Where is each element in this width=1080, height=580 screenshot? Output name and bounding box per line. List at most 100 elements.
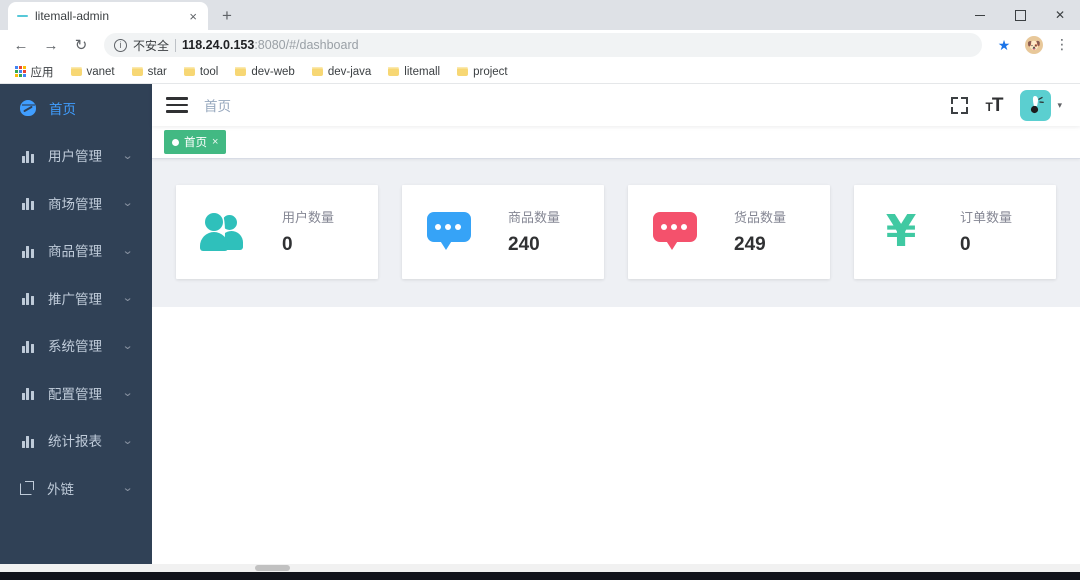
chevron-down-icon: ⌄ — [121, 197, 134, 210]
tab-favicon-icon — [16, 10, 28, 22]
scrollbar-thumb[interactable] — [255, 565, 290, 571]
external-link-icon — [20, 480, 34, 495]
card-wrap: 用户数量 0 — [176, 185, 378, 279]
address-bar[interactable]: i 不安全 118.24.0.153:8080/#/dashboard — [104, 33, 982, 57]
bookmark-star-icon[interactable]: ★ — [992, 37, 1016, 54]
bookmark-item[interactable]: dev-web — [228, 64, 301, 80]
new-tab-button[interactable]: + — [216, 5, 238, 26]
back-button[interactable]: ← — [8, 32, 34, 58]
bookmark-item[interactable]: star — [125, 64, 174, 80]
sidebar-item-dashboard[interactable]: 首页 — [0, 84, 152, 132]
card-wrap: 商品数量 240 — [402, 185, 604, 279]
sidebar-item-system-management[interactable]: 系统管理 ⌄ — [0, 322, 152, 370]
bookmark-item[interactable]: litemall — [381, 64, 447, 80]
sidebar: 首页 用户管理 ⌄ 商场管理 ⌄ 商品管理 ⌄ 推广管理 ⌄ 系统管理 ⌄ 配置… — [0, 84, 152, 572]
stat-card-goods-count[interactable]: 货品数量 249 — [628, 185, 830, 279]
tab-title: litemall-admin — [35, 9, 110, 23]
bookmark-item[interactable]: tool — [177, 64, 226, 80]
top-navbar: 首页 TT ▾ — [152, 84, 1080, 126]
horizontal-scrollbar[interactable] — [0, 564, 1080, 572]
tags-view: 首页 × — [152, 126, 1080, 159]
sidebar-item-mall-management[interactable]: 商场管理 ⌄ — [0, 179, 152, 227]
sidebar-item-promotion-management[interactable]: 推广管理 ⌄ — [0, 274, 152, 322]
bookmark-label: dev-java — [327, 65, 372, 78]
chart-icon — [20, 433, 35, 448]
forward-button[interactable]: → — [38, 32, 64, 58]
sidebar-item-product-management[interactable]: 商品管理 ⌄ — [0, 227, 152, 275]
folder-icon — [457, 67, 469, 76]
stat-card-value: 240 — [508, 233, 540, 255]
stat-card-label: 订单数量 — [960, 210, 1013, 226]
window-close-button[interactable]: ✕ — [1040, 0, 1080, 30]
chart-icon — [20, 385, 35, 401]
chevron-down-icon: ⌄ — [121, 292, 134, 305]
panel-group: 用户数量 0 商品数量 240 货品数量 249 ¥ 订单数量 0 — [176, 185, 1056, 279]
browser-profile-avatar[interactable]: 🐶 — [1025, 36, 1043, 54]
stat-card-label: 货品数量 — [734, 210, 787, 226]
stat-card-value: 0 — [282, 233, 293, 255]
sidebar-item-label: 商品管理 — [48, 244, 102, 260]
card-wrap: ¥ 订单数量 0 — [854, 185, 1056, 279]
sidebar-item-label: 配置管理 — [48, 386, 102, 402]
stat-card-product-count[interactable]: 商品数量 240 — [402, 185, 604, 279]
browser-menu-icon[interactable]: ⋮ — [1052, 37, 1072, 51]
sidebar-item-label: 系统管理 — [48, 339, 102, 355]
sidebar-item-label: 商场管理 — [48, 196, 102, 212]
card-wrap: 货品数量 249 — [628, 185, 830, 279]
font-size-big-t: T — [991, 94, 1004, 116]
bookmark-item[interactable]: vanet — [64, 64, 122, 80]
bookmark-label: star — [147, 65, 167, 78]
stat-card-text: 订单数量 0 — [960, 210, 1034, 254]
folder-icon — [235, 67, 247, 76]
folder-icon — [311, 67, 323, 76]
breadcrumb: 首页 — [204, 99, 231, 114]
stat-card-label: 商品数量 — [508, 210, 561, 226]
tag-item-dashboard[interactable]: 首页 × — [164, 130, 227, 154]
window-minimize-button[interactable] — [960, 0, 1000, 30]
url-text: 118.24.0.153:8080/#/dashboard — [182, 38, 359, 52]
user-menu[interactable]: ▾ — [1020, 89, 1062, 121]
tag-close-icon[interactable]: × — [212, 136, 218, 148]
site-info-icon[interactable]: i — [114, 38, 127, 52]
sidebar-item-statistics-report[interactable]: 统计报表 ⌄ — [0, 417, 152, 465]
stat-card-value: 249 — [734, 233, 766, 255]
bookmark-label: tool — [199, 65, 219, 78]
bookmark-label: dev-web — [251, 65, 295, 78]
sidebar-item-label: 推广管理 — [48, 291, 102, 307]
sidebar-item-label: 统计报表 — [48, 434, 102, 450]
window-maximize-button[interactable] — [1000, 0, 1040, 30]
chart-icon — [20, 243, 35, 258]
hamburger-icon[interactable] — [166, 97, 188, 113]
tag-active-dot-icon — [172, 138, 179, 146]
stat-card-text: 用户数量 0 — [282, 210, 356, 254]
folder-icon — [388, 67, 400, 76]
bookmark-label: vanet — [86, 65, 115, 78]
reload-button[interactable]: ↻ — [68, 32, 94, 58]
sidebar-item-config-management[interactable]: 配置管理 ⌄ — [0, 369, 152, 417]
browser-tab[interactable]: litemall-admin × — [8, 2, 208, 30]
chevron-down-icon: ▾ — [1057, 99, 1062, 110]
bookmarks-bar: 应用 vanet star tool dev-web dev-java lite… — [0, 60, 1080, 84]
browser-tab-strip: litemall-admin × + ✕ — [0, 0, 1080, 30]
tab-close-icon[interactable]: × — [186, 8, 200, 25]
stat-card-label: 用户数量 — [282, 210, 335, 226]
sidebar-item-external-link[interactable]: 外链 ⌄ — [0, 464, 152, 512]
folder-icon — [70, 67, 82, 76]
screen: litemall-admin × + ✕ ← → ↻ i 不安全 118.24.… — [0, 0, 1080, 580]
bookmark-item[interactable]: project — [450, 64, 515, 80]
stat-card-user-count[interactable]: 用户数量 0 — [176, 185, 378, 279]
bookmark-item[interactable]: dev-java — [305, 64, 378, 80]
apps-grid-icon — [15, 66, 26, 77]
bookmark-label: project — [473, 65, 508, 78]
avatar[interactable] — [1020, 89, 1052, 121]
stat-card-order-count[interactable]: ¥ 订单数量 0 — [854, 185, 1056, 279]
bookmark-label: litemall — [404, 65, 441, 78]
yen-icon: ¥ — [885, 206, 917, 257]
sidebar-item-user-management[interactable]: 用户管理 ⌄ — [0, 132, 152, 180]
bookmark-apps[interactable]: 应用 — [8, 62, 61, 82]
font-size-icon[interactable]: TT — [986, 94, 1004, 116]
url-host: 118.24.0.153 — [182, 38, 255, 52]
sidebar-item-label: 外链 — [47, 481, 74, 497]
avatar-figure-icon — [1030, 96, 1044, 114]
fullscreen-icon[interactable] — [950, 96, 968, 114]
